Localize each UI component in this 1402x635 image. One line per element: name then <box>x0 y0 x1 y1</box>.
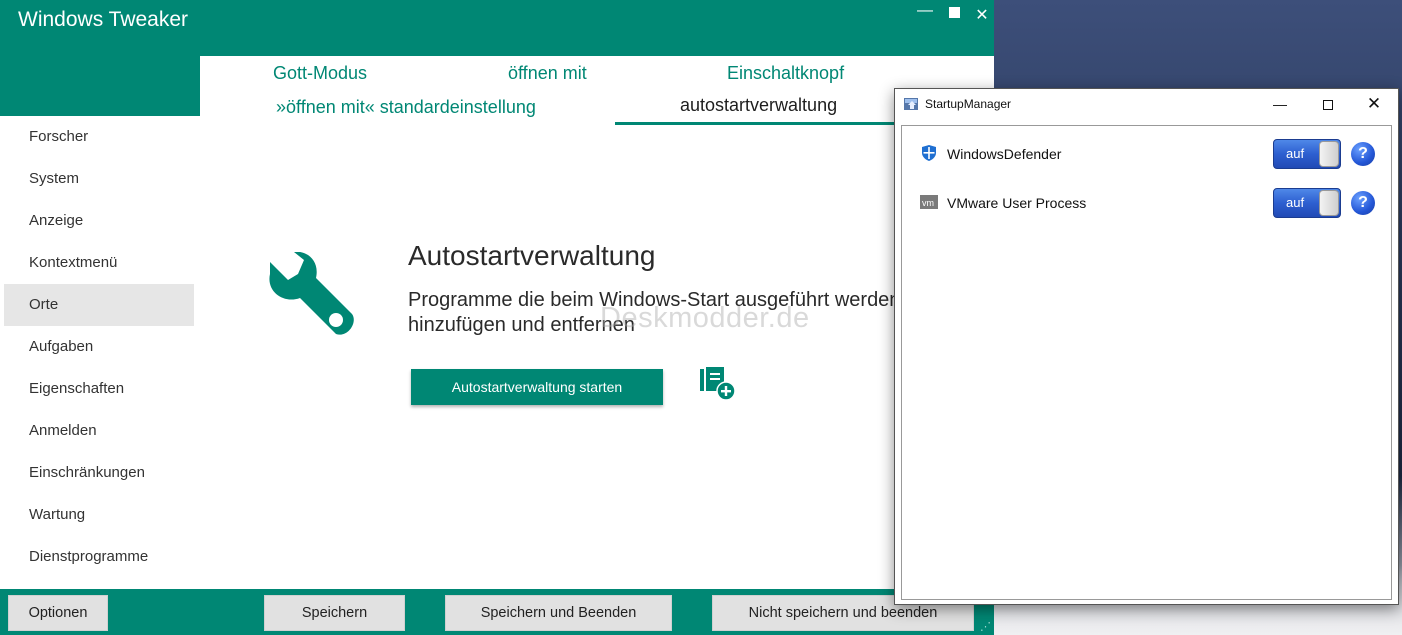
tab-gott-modus[interactable]: Gott-Modus <box>273 63 367 84</box>
toggle-label: auf <box>1286 195 1305 210</box>
sidebar-item-dienstprogramme[interactable]: Dienstprogramme <box>4 536 194 578</box>
startup-entry-list: WindowsDefender auf ? vm VMware User Pro… <box>901 125 1392 600</box>
sm-minimize-button[interactable]: — <box>1267 93 1293 115</box>
save-button[interactable]: Speichern <box>264 595 405 631</box>
description-line-2: hinzufügen und entfernen <box>408 314 635 336</box>
tab-oeffnen-mit-standard[interactable]: »öffnen mit« standardeinstellung <box>276 97 536 118</box>
tab-einschaltknopf[interactable]: Einschaltknopf <box>727 63 844 84</box>
entry-label-windowsdefender: WindowsDefender <box>947 146 1062 162</box>
sidebar-item-anmelden[interactable]: Anmelden <box>4 410 194 452</box>
wrench-icon <box>269 252 354 335</box>
sidebar: Forscher System Anzeige Kontextmenü Orte… <box>0 116 200 589</box>
tab-autostartverwaltung[interactable]: autostartverwaltung <box>680 95 837 116</box>
add-entry-icon[interactable] <box>697 367 739 401</box>
shield-icon <box>922 145 936 161</box>
tab-oeffnen-mit[interactable]: öffnen mit <box>508 63 587 84</box>
startup-manager-titlebar[interactable]: StartupManager — ✕ <box>895 89 1398 119</box>
section-description: Programme die beim Windows-Start ausgefü… <box>408 288 928 338</box>
sm-maximize-icon <box>1323 100 1333 111</box>
sidebar-item-einschraenkungen[interactable]: Einschränkungen <box>4 452 194 494</box>
entry-label-vmware-user-process: VMware User Process <box>947 195 1087 211</box>
resize-grip-icon[interactable]: ⋰ <box>980 620 991 633</box>
sidebar-item-wartung[interactable]: Wartung <box>4 494 194 536</box>
help-icon-windowsdefender[interactable]: ? <box>1351 142 1375 166</box>
section-heading: Autostartverwaltung <box>408 240 656 271</box>
close-button[interactable]: ✕ <box>972 5 992 25</box>
toggle-knob <box>1319 141 1339 167</box>
maximize-icon <box>948 7 960 18</box>
sidebar-item-eigenschaften[interactable]: Eigenschaften <box>4 368 194 410</box>
toggle-vmware-user-process[interactable]: auf <box>1273 188 1341 218</box>
startup-manager-title: StartupManager <box>925 97 1012 111</box>
sidebar-item-system[interactable]: System <box>4 158 194 200</box>
sidebar-item-kontextmenue[interactable]: Kontextmenü <box>4 242 194 284</box>
save-and-exit-button[interactable]: Speichern und Beenden <box>445 595 672 631</box>
startup-manager-app-icon <box>904 98 918 110</box>
sidebar-item-forscher[interactable]: Forscher <box>4 116 194 158</box>
minimize-button[interactable]: — <box>915 2 935 20</box>
sm-close-button[interactable]: ✕ <box>1361 93 1387 115</box>
active-tab-indicator <box>615 122 905 125</box>
svg-text:vm: vm <box>922 198 934 208</box>
start-autostart-manager-button[interactable]: Autostartverwaltung starten <box>411 369 663 405</box>
sidebar-item-orte[interactable]: Orte <box>4 284 194 326</box>
vm-icon: vm <box>920 195 938 209</box>
content-panel: Gott-Modus öffnen mit Einschaltknopf »öf… <box>200 56 994 589</box>
help-icon-vmware-user-process[interactable]: ? <box>1351 191 1375 215</box>
sidebar-item-aufgaben[interactable]: Aufgaben <box>4 326 194 368</box>
toggle-knob <box>1319 190 1339 216</box>
toggle-windowsdefender[interactable]: auf <box>1273 139 1341 169</box>
description-line-1: Programme die beim Windows-Start ausgefü… <box>408 289 901 311</box>
options-button[interactable]: Optionen <box>8 595 108 631</box>
sidebar-item-anzeige[interactable]: Anzeige <box>4 200 194 242</box>
toggle-label: auf <box>1286 146 1305 161</box>
windows-tweaker-window: Windows Tweaker — ✕ Forscher System Anze… <box>0 0 994 635</box>
sm-maximize-button[interactable] <box>1315 93 1341 115</box>
app-title: Windows Tweaker <box>18 8 189 31</box>
maximize-button[interactable] <box>944 5 964 23</box>
startup-manager-window: StartupManager — ✕ WindowsDefender auf ?… <box>894 88 1399 605</box>
